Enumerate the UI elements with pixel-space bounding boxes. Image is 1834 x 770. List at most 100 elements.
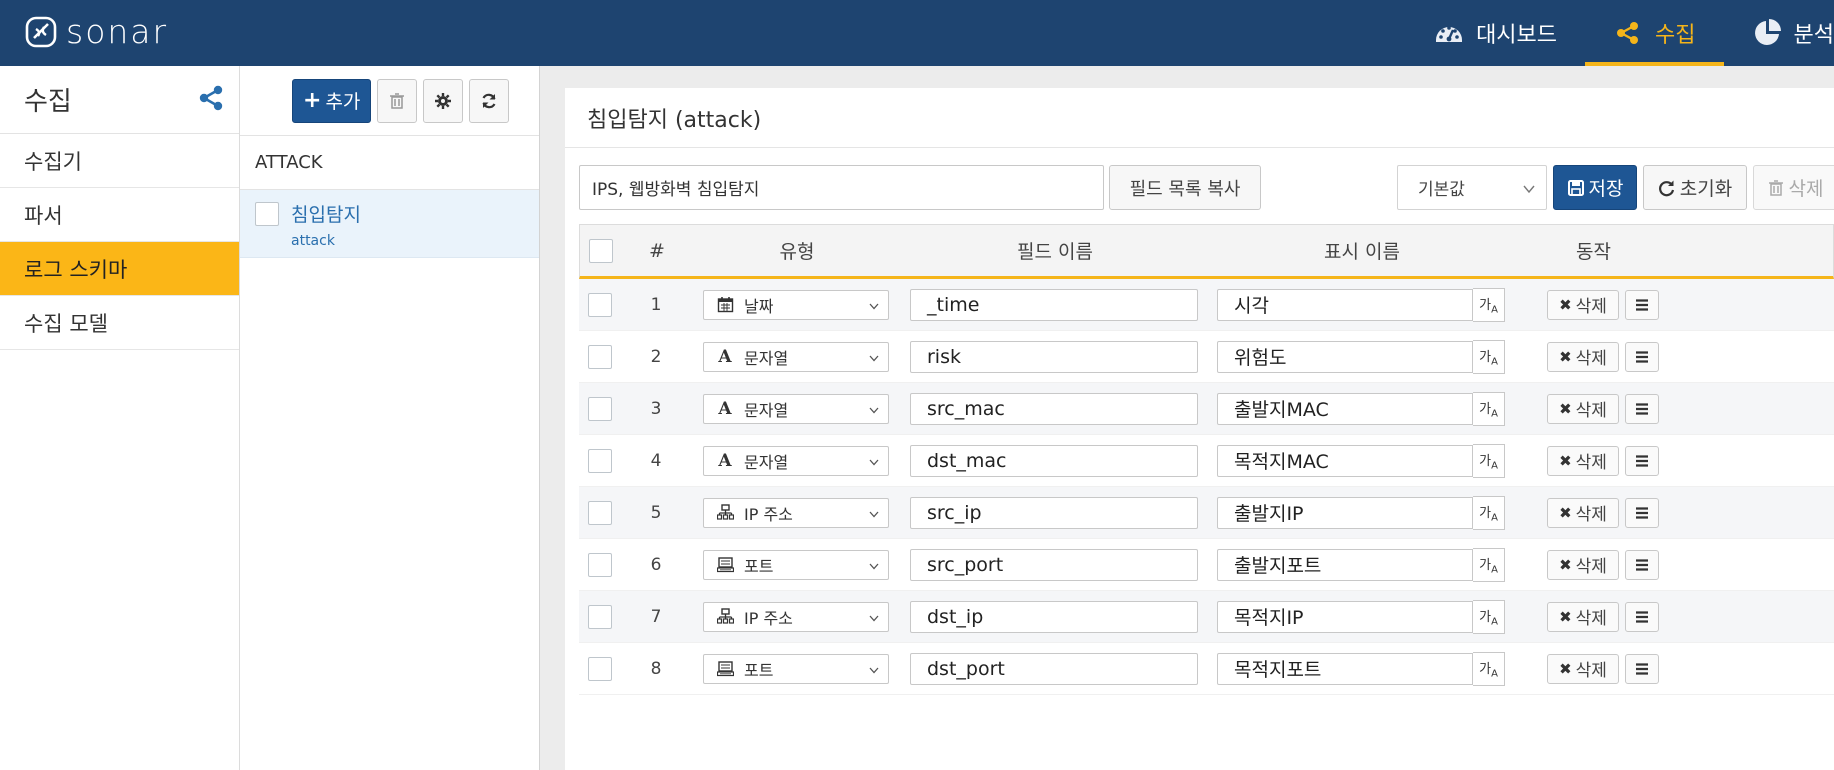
- display-name-input[interactable]: 목적지포트: [1217, 652, 1473, 685]
- header-num: #: [649, 239, 665, 262]
- chevron-down-icon: [869, 407, 879, 413]
- field-name-input[interactable]: src_port: [910, 548, 1198, 581]
- list-item[interactable]: 침입탐지 attack: [240, 190, 539, 258]
- type-select[interactable]: 포트: [703, 653, 889, 684]
- field-name-input[interactable]: dst_port: [910, 652, 1198, 685]
- share-icon[interactable]: [197, 84, 225, 116]
- row-menu-button[interactable]: [1625, 289, 1659, 320]
- refresh-button[interactable]: [469, 78, 510, 123]
- list-item-subtitle: attack: [291, 233, 335, 249]
- row-checkbox[interactable]: [588, 448, 612, 473]
- row-menu-button[interactable]: [1625, 601, 1659, 632]
- type-select[interactable]: 포트: [703, 549, 889, 580]
- row-menu-button[interactable]: [1625, 549, 1659, 580]
- sidebar-item-collectors[interactable]: 수집기: [0, 134, 239, 188]
- display-name-input[interactable]: 목적지IP: [1217, 600, 1473, 633]
- field-name-input[interactable]: dst_mac: [910, 444, 1198, 477]
- row-delete-button[interactable]: ✖ 삭제: [1547, 601, 1619, 632]
- list-item-title[interactable]: 침입탐지: [291, 200, 361, 227]
- add-button[interactable]: + 추가: [292, 78, 372, 123]
- type-select-value: 포트: [744, 660, 774, 680]
- copy-field-list-button[interactable]: 필드 목록 복사: [1109, 165, 1261, 210]
- chevron-down-icon: [869, 615, 879, 621]
- field-name-input[interactable]: dst_ip: [910, 600, 1198, 633]
- type-select[interactable]: A 문자열: [703, 393, 889, 424]
- gear-icon: [435, 92, 452, 109]
- row-checkbox[interactable]: [588, 344, 612, 369]
- sidebar-item-collect-model[interactable]: 수집 모델: [0, 296, 239, 350]
- type-select-value: 문자열: [744, 400, 789, 420]
- sidebar-item-log-schema[interactable]: 로그 스키마: [0, 242, 239, 296]
- settings-button[interactable]: [423, 78, 464, 123]
- field-name-input[interactable]: src_ip: [910, 496, 1198, 529]
- row-delete-button[interactable]: ✖ 삭제: [1547, 549, 1619, 580]
- row-checkbox[interactable]: [588, 292, 612, 317]
- type-select[interactable]: IP 주소: [703, 497, 889, 528]
- translate-button[interactable]: 가A: [1473, 391, 1505, 426]
- row-delete-button[interactable]: ✖ 삭제: [1547, 341, 1619, 372]
- type-select[interactable]: IP 주소: [703, 601, 889, 632]
- save-button[interactable]: 저장: [1553, 165, 1637, 210]
- row-menu-button[interactable]: [1625, 497, 1659, 528]
- top-navbar: sonar 대시보드 수집 분석: [0, 0, 1834, 66]
- type-select-value: 포트: [744, 556, 774, 576]
- nav-analysis[interactable]: 분석: [1724, 0, 1834, 66]
- translate-button[interactable]: 가A: [1473, 495, 1505, 530]
- type-select[interactable]: A 문자열: [703, 445, 889, 476]
- row-checkbox[interactable]: [588, 656, 612, 681]
- row-delete-button[interactable]: ✖ 삭제: [1547, 393, 1619, 424]
- row-menu-button[interactable]: [1625, 393, 1659, 424]
- description-input[interactable]: IPS, 웹방화벽 침입탐지: [579, 165, 1104, 210]
- close-icon: ✖: [1559, 347, 1572, 366]
- field-name-input[interactable]: _time: [910, 288, 1198, 321]
- row-number: 1: [650, 294, 662, 315]
- translate-button[interactable]: 가A: [1473, 599, 1505, 634]
- nav-dashboard[interactable]: 대시보드: [1406, 0, 1585, 66]
- sidebar-item-parsers[interactable]: 파서: [0, 188, 239, 242]
- translate-icon: 가A: [1479, 401, 1498, 420]
- row-checkbox[interactable]: [588, 396, 612, 421]
- type-select[interactable]: A 문자열: [703, 341, 889, 372]
- delete-button[interactable]: [377, 78, 418, 123]
- font-icon: A: [718, 450, 732, 471]
- row-delete-button[interactable]: ✖ 삭제: [1547, 497, 1619, 528]
- list-item-checkbox[interactable]: [255, 202, 279, 226]
- row-number: 4: [650, 450, 662, 471]
- display-name-input[interactable]: 출발지포트: [1217, 548, 1473, 581]
- schema-toolbar: IPS, 웹방화벽 침입탐지 필드 목록 복사 기본값 저장 초기화 삭제: [579, 165, 1834, 211]
- row-delete-button[interactable]: ✖ 삭제: [1547, 653, 1619, 684]
- row-menu-button[interactable]: [1625, 653, 1659, 684]
- sonar-logo[interactable]: sonar: [24, 12, 168, 51]
- row-checkbox[interactable]: [588, 500, 612, 525]
- field-name-input[interactable]: src_mac: [910, 392, 1198, 425]
- row-delete-label: 삭제: [1575, 401, 1607, 421]
- display-name-input[interactable]: 출발지MAC: [1217, 392, 1473, 425]
- nav-collect[interactable]: 수집: [1585, 0, 1725, 66]
- reset-button-label: 초기화: [1679, 178, 1733, 200]
- row-delete-label: 삭제: [1575, 453, 1607, 473]
- translate-button[interactable]: 가A: [1473, 651, 1505, 686]
- display-name-input[interactable]: 시각: [1217, 288, 1473, 321]
- display-name-input[interactable]: 위험도: [1217, 340, 1473, 373]
- row-menu-button[interactable]: [1625, 445, 1659, 476]
- translate-button[interactable]: 가A: [1473, 339, 1505, 374]
- default-select[interactable]: 기본값: [1397, 165, 1547, 210]
- translate-button[interactable]: 가A: [1473, 443, 1505, 478]
- delete-schema-button[interactable]: 삭제: [1753, 165, 1834, 210]
- field-name-input[interactable]: risk: [910, 340, 1198, 373]
- row-checkbox[interactable]: [588, 552, 612, 577]
- row-menu-button[interactable]: [1625, 341, 1659, 372]
- type-select[interactable]: 날짜: [703, 289, 889, 320]
- translate-button[interactable]: 가A: [1473, 287, 1505, 322]
- translate-icon: 가A: [1479, 453, 1498, 472]
- network-icon: [716, 608, 734, 626]
- translate-button[interactable]: 가A: [1473, 547, 1505, 582]
- select-all-checkbox[interactable]: [589, 238, 613, 263]
- display-name-input[interactable]: 출발지IP: [1217, 496, 1473, 529]
- field-table: # 유형 필드 이름 표시 이름 동작 1 날짜 _time 시각 가A ✖ 삭제 2 A 문자열…: [579, 224, 1834, 695]
- row-checkbox[interactable]: [588, 604, 612, 629]
- row-delete-button[interactable]: ✖ 삭제: [1547, 445, 1619, 476]
- row-delete-button[interactable]: ✖ 삭제: [1547, 289, 1619, 320]
- reset-button[interactable]: 초기화: [1643, 165, 1747, 210]
- display-name-input[interactable]: 목적지MAC: [1217, 444, 1473, 477]
